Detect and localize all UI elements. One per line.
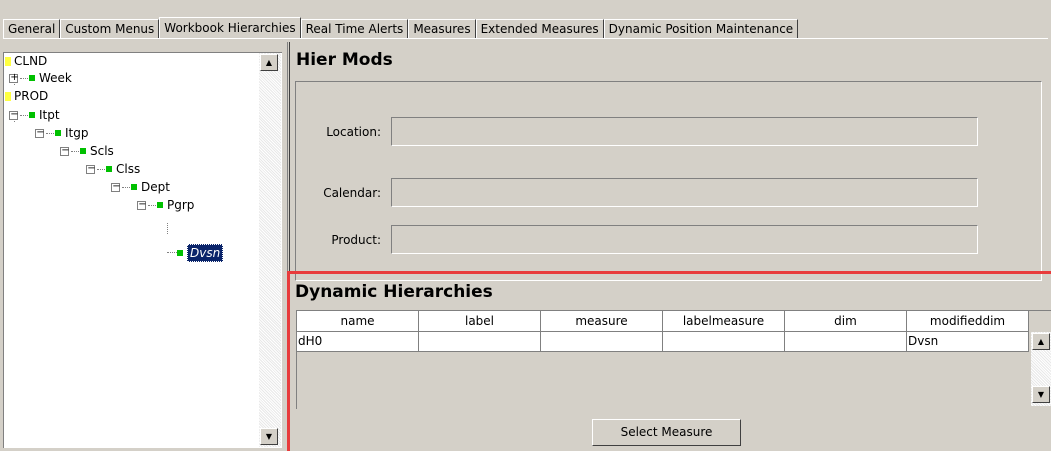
dimension-icon <box>5 56 11 66</box>
tree-node-week[interactable]: + Week <box>9 70 72 86</box>
tree-node-label: Week <box>39 71 72 85</box>
tab-general[interactable]: General <box>3 19 61 39</box>
table-row[interactable]: dH0 Dvsn <box>297 332 1029 352</box>
tab-extended-measures[interactable]: Extended Measures <box>475 19 604 39</box>
tree-scrollbar[interactable]: ▲ ▼ <box>259 53 281 447</box>
level-icon <box>157 202 163 208</box>
collapse-icon[interactable]: − <box>60 145 70 156</box>
tree-node-dept[interactable]: − Dept <box>111 179 170 195</box>
tree-node-clnd[interactable]: CLND <box>5 53 47 69</box>
tab-dynamic-position-maintenance[interactable]: Dynamic Position Maintenance <box>603 19 799 39</box>
scroll-up-button[interactable]: ▲ <box>1032 333 1050 350</box>
column-header-dim[interactable]: dim <box>785 311 907 332</box>
hierarchy-tree[interactable]: CLND + Week PROD − Itpt − Itgp − Scls − … <box>3 52 282 448</box>
tree-node-scls[interactable]: − Scls <box>60 143 114 159</box>
expand-icon[interactable]: + <box>9 72 19 83</box>
collapse-icon[interactable]: − <box>111 181 121 192</box>
tree-node-pgrp[interactable]: − Pgrp <box>137 197 194 213</box>
tab-real-time-alerts[interactable]: Real Time Alerts <box>300 19 409 39</box>
level-icon <box>55 130 61 136</box>
dynamic-hierarchies-title: Dynamic Hierarchies <box>295 282 493 302</box>
table-cell[interactable] <box>663 332 785 352</box>
product-field[interactable] <box>391 225 978 254</box>
tree-node-label: Dept <box>141 180 170 194</box>
tree-connector <box>167 223 168 234</box>
tab-workbook-hierarchies[interactable]: Workbook Hierarchies <box>159 17 301 39</box>
tree-node-prod[interactable]: PROD <box>5 88 48 104</box>
calendar-field[interactable] <box>391 178 978 207</box>
hier-mods-title: Hier Mods <box>296 50 393 70</box>
table-cell[interactable] <box>541 332 663 352</box>
level-icon <box>131 184 137 190</box>
table-scrollbar[interactable]: ▲ ▼ <box>1031 332 1051 406</box>
tree-node-label: PROD <box>14 89 49 103</box>
tree-node-label: Itpt <box>39 108 60 122</box>
tab-row: General Custom Menus Workbook Hierarchie… <box>3 17 799 39</box>
dynamic-hierarchies-table[interactable]: name label measure labelmeasure dim modi… <box>296 310 1051 409</box>
column-header-modifieddim[interactable]: modifieddim <box>907 311 1029 332</box>
collapse-icon[interactable]: − <box>86 163 96 174</box>
product-label: Product: <box>331 233 381 247</box>
tree-node-label: CLND <box>14 54 48 68</box>
panel-divider[interactable] <box>287 42 290 449</box>
table-cell[interactable] <box>785 332 907 352</box>
level-icon <box>29 75 35 81</box>
level-icon <box>80 148 86 154</box>
column-header-labelmeasure[interactable]: labelmeasure <box>663 311 785 332</box>
column-header-measure[interactable]: measure <box>541 311 663 332</box>
table-cell[interactable] <box>419 332 541 352</box>
location-label: Location: <box>326 125 381 139</box>
collapse-icon[interactable]: − <box>35 127 45 138</box>
tab-custom-menus[interactable]: Custom Menus <box>60 19 160 39</box>
tab-strip: General Custom Menus Workbook Hierarchie… <box>3 4 1048 39</box>
tree-node-label: Scls <box>90 144 114 158</box>
select-measure-button[interactable]: Select Measure <box>592 419 741 446</box>
tree-connector <box>167 252 177 253</box>
table-header: name label measure labelmeasure dim modi… <box>297 311 1029 332</box>
table-cell[interactable]: dH0 <box>297 332 419 352</box>
location-field[interactable] <box>391 117 978 146</box>
scroll-up-button[interactable]: ▲ <box>260 54 278 71</box>
tree-node-label: Clss <box>116 162 141 176</box>
column-header-label[interactable]: label <box>419 311 541 332</box>
right-panel: Hier Mods Location: Calendar: Product: D… <box>287 42 1051 451</box>
tab-measures[interactable]: Measures <box>408 19 476 39</box>
tree-node-clss[interactable]: − Clss <box>86 161 140 177</box>
tab-baseline <box>3 38 1048 39</box>
scroll-down-button[interactable]: ▼ <box>1032 386 1050 403</box>
calendar-label: Calendar: <box>323 186 381 200</box>
scroll-down-button[interactable]: ▼ <box>260 428 278 445</box>
column-header-name[interactable]: name <box>297 311 419 332</box>
tree-node-label-selected: Dvsn <box>187 244 224 262</box>
level-icon <box>106 166 112 172</box>
level-icon <box>177 250 183 256</box>
hier-mods-group: Location: Calendar: Product: <box>295 81 1042 281</box>
collapse-icon[interactable]: − <box>9 109 19 120</box>
tree-node-label: Itgp <box>65 126 89 140</box>
tree-node-label: Pgrp <box>167 198 195 212</box>
table-cell[interactable]: Dvsn <box>907 332 1029 352</box>
tree-node-itgp[interactable]: − Itgp <box>35 125 88 141</box>
level-icon <box>29 112 35 118</box>
dimension-icon <box>5 91 11 101</box>
collapse-icon[interactable]: − <box>137 199 147 210</box>
tree-node-dvsn[interactable]: Dvsn <box>177 244 224 262</box>
tree-node-itpt[interactable]: − Itpt <box>9 107 60 123</box>
